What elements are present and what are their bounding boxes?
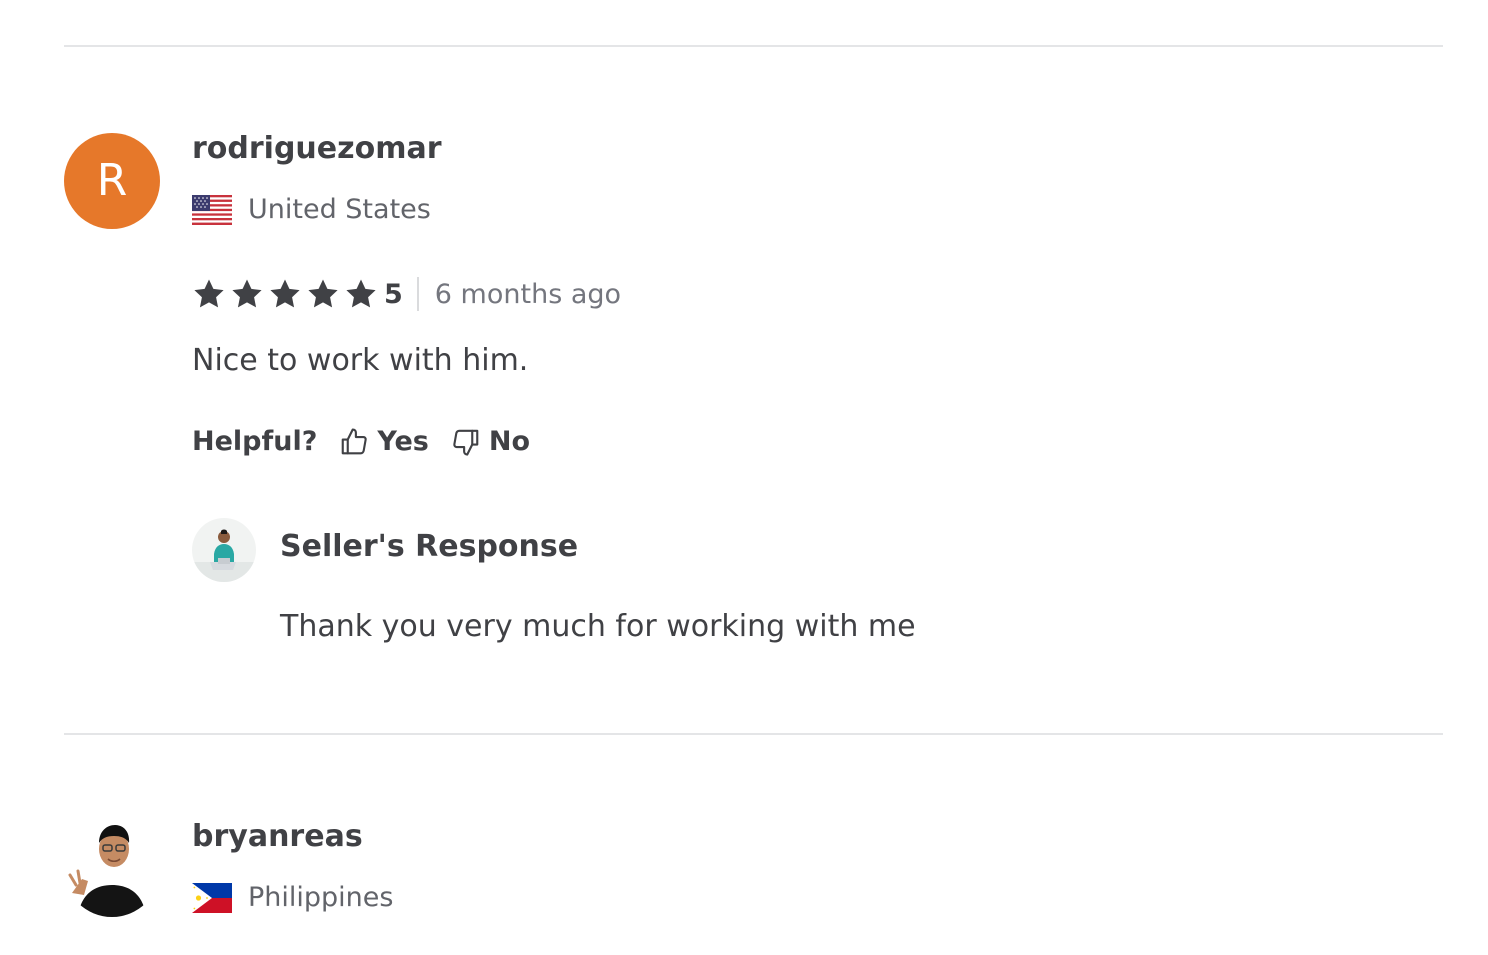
helpful-row: Helpful? Yes No xyxy=(192,426,552,457)
star-icon xyxy=(308,279,338,308)
helpful-yes-label: Yes xyxy=(377,426,429,457)
helpful-yes-button[interactable]: Yes xyxy=(339,426,429,457)
review-divider xyxy=(64,733,1443,735)
seller-response-text: Thank you very much for working with me xyxy=(280,609,916,644)
seller-response-title: Seller's Response xyxy=(280,529,579,564)
review-divider-top xyxy=(64,45,1443,47)
rating-separator xyxy=(416,277,419,311)
ph-flag-icon xyxy=(192,882,232,913)
reviewer-username[interactable]: rodriguezomar xyxy=(192,131,442,166)
avatar[interactable]: R xyxy=(64,133,160,229)
thumbs-down-icon xyxy=(453,429,479,456)
star-icon xyxy=(194,279,224,308)
seller-photo-icon xyxy=(192,518,256,582)
star-icon xyxy=(232,279,262,308)
us-flag-icon xyxy=(192,194,232,225)
rating-row: 5 6 months ago xyxy=(192,274,621,314)
star-icon xyxy=(270,279,300,308)
country-name: Philippines xyxy=(248,882,394,913)
user-photo-avatar-icon xyxy=(64,821,160,917)
rating-score: 5 xyxy=(384,278,403,310)
review-comment: Nice to work with him. xyxy=(192,343,529,378)
reviewer-country: Philippines xyxy=(192,882,393,913)
country-name: United States xyxy=(248,194,431,225)
avatar[interactable] xyxy=(64,821,160,917)
reviewer-username[interactable]: bryanreas xyxy=(192,819,363,854)
helpful-no-button[interactable]: No xyxy=(451,426,530,457)
seller-avatar[interactable] xyxy=(192,518,256,582)
helpful-no-label: No xyxy=(488,426,531,457)
review-time: 6 months ago xyxy=(434,278,622,310)
reviewer-country: United States xyxy=(192,194,431,225)
star-rating xyxy=(192,277,378,311)
star-icon xyxy=(346,279,376,308)
thumbs-up-icon xyxy=(342,427,368,454)
helpful-label: Helpful? xyxy=(192,426,318,457)
